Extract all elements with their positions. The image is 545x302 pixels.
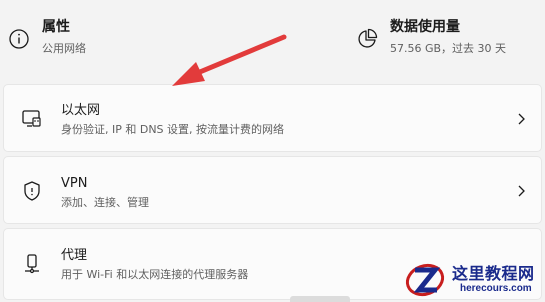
- watermark-logo: [405, 263, 445, 297]
- watermark: 这里教程网 herecours.com: [398, 256, 545, 302]
- watermark-name: 这里教程网: [452, 264, 535, 283]
- watermark-url: herecours.com: [460, 283, 532, 294]
